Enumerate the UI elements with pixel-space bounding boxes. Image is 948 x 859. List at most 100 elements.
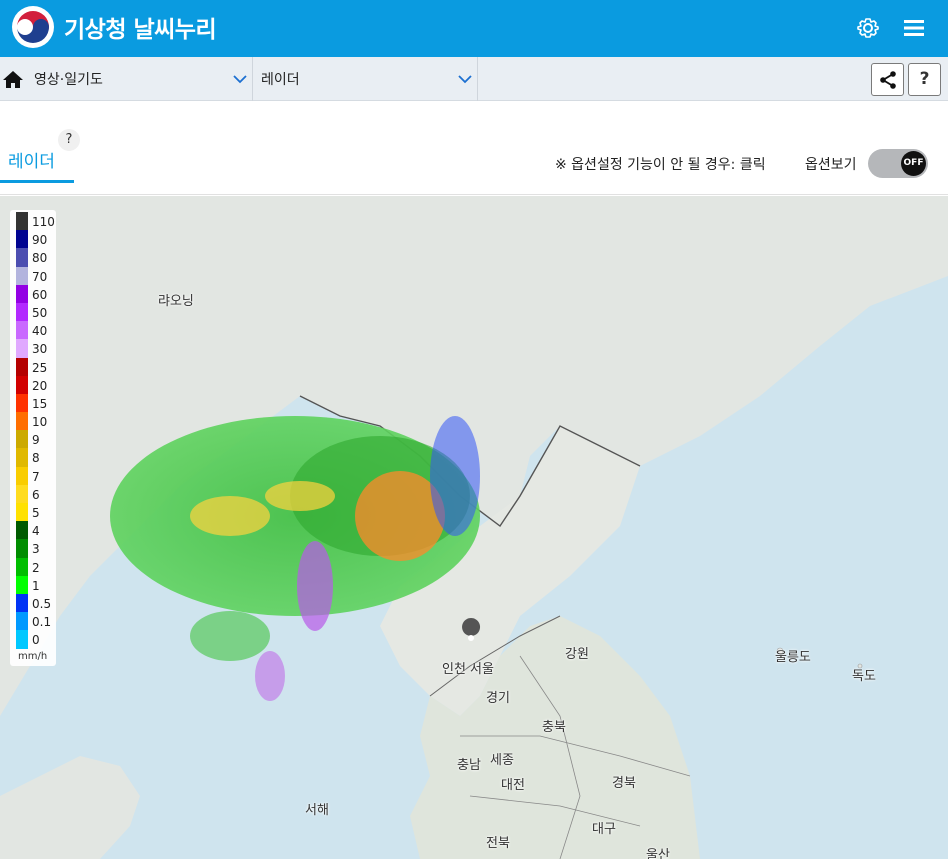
legend-value: 30: [32, 342, 48, 357]
legend-unit: mm/h: [18, 650, 48, 662]
legend-row: 110: [14, 212, 56, 231]
chevron-down-icon: [233, 75, 247, 84]
share-button[interactable]: [871, 63, 904, 96]
legend-row: 30: [14, 339, 56, 358]
legend-value: 25: [32, 360, 48, 375]
legend-row: 4: [14, 521, 56, 540]
legend-swatch: [16, 339, 28, 358]
app-root: 기상청 날씨누리 영상·일기도 레이더 ? 레이더 ? ※ 옵션설정 기능이 안…: [0, 0, 948, 859]
label-daejeon: 대전: [501, 778, 525, 793]
tab-radar-label: 레이더: [8, 152, 55, 172]
legend-swatch: [16, 539, 28, 558]
chevron-down-icon: [458, 75, 472, 84]
app-title[interactable]: 기상청 날씨누리: [64, 10, 217, 44]
legend-value: 4: [32, 524, 40, 539]
hamburger-menu-icon[interactable]: [900, 14, 928, 42]
legend-swatch: [16, 575, 28, 594]
label-ulsan: 울산: [646, 848, 670, 859]
legend-row: 60: [14, 284, 56, 303]
legend-swatch: [16, 503, 28, 522]
label-daegu: 대구: [592, 822, 616, 837]
legend-swatch: [16, 593, 28, 613]
legend-value: 80: [32, 251, 48, 266]
legend-swatch: [16, 302, 28, 322]
legend-value: 0.1: [32, 615, 52, 630]
legend-row: 0: [14, 630, 56, 649]
legend-value: 9: [32, 433, 40, 448]
legend-value: 1: [32, 578, 40, 593]
legend-value: 0.5: [32, 596, 52, 611]
legend-swatch: [16, 484, 28, 503]
label-chungnam: 충남: [457, 758, 481, 773]
legend-row: 10: [14, 412, 56, 431]
legend-row: 2: [14, 557, 56, 576]
legend-swatch: [16, 230, 28, 249]
top-bar: 기상청 날씨누리: [0, 0, 948, 57]
help-button-label: ?: [919, 69, 930, 89]
label-dokdo: 독도: [852, 669, 876, 684]
product-select-value: 레이더: [261, 72, 300, 88]
category-select[interactable]: 영상·일기도: [26, 57, 253, 101]
label-gyeonggi: 경기: [486, 691, 510, 706]
legend-value: 110: [32, 215, 55, 229]
legend-row: 0.5: [14, 593, 56, 613]
legend-row: 25: [14, 357, 56, 376]
option-fallback-link[interactable]: ※ 옵션설정 기능이 안 될 경우: 클릭: [555, 154, 766, 174]
legend-row: 50: [14, 302, 56, 322]
precipitation-legend: 110 90 80 70 60 50 40 30 25 20 15 10 9 8 7 6 5 4 3 2 1 0.5 0.1…: [10, 210, 56, 666]
legend-row: 70: [14, 266, 56, 285]
legend-swatch: [16, 630, 28, 649]
radar-help-icon[interactable]: ?: [58, 129, 80, 151]
legend-swatch: [16, 321, 28, 340]
kma-logo[interactable]: [12, 6, 54, 48]
option-view-toggle[interactable]: OFF: [868, 149, 928, 178]
legend-swatch: [16, 284, 28, 303]
legend-row: 20: [14, 375, 56, 394]
legend-value: 70: [32, 269, 48, 284]
label-west-sea: 서해: [305, 803, 329, 818]
legend-value: 5: [32, 506, 40, 520]
legend-row: 90: [14, 230, 56, 249]
legend-value: 40: [32, 324, 48, 339]
legend-swatch: [16, 521, 28, 540]
legend-value: 10: [32, 415, 48, 430]
legend-value: 6: [32, 487, 40, 502]
gear-icon[interactable]: [854, 14, 882, 42]
label-seoul: 서울: [470, 662, 494, 677]
legend-swatch: [16, 430, 28, 449]
legend-row: 3: [14, 539, 56, 558]
legend-row: 5: [14, 503, 56, 522]
legend-swatch: [16, 612, 28, 631]
legend-row: 15: [14, 393, 56, 413]
legend-row: 1: [14, 575, 56, 594]
legend-value: 2: [32, 560, 40, 575]
label-chungbuk: 충북: [542, 720, 566, 735]
legend-row: 6: [14, 484, 56, 503]
legend-swatch: [16, 412, 28, 431]
legend-swatch: [16, 212, 28, 231]
label-ulleungdo: 울릉도: [775, 650, 811, 665]
legend-value: 7: [32, 469, 40, 484]
legend-row: 9: [14, 430, 56, 449]
toggle-state: OFF: [901, 151, 926, 176]
category-select-value: 영상·일기도: [34, 72, 103, 88]
label-liaoning: 랴오닝: [158, 294, 194, 309]
legend-row: 40: [14, 321, 56, 340]
tab-bar: 레이더 ? ※ 옵션설정 기능이 안 될 경우: 클릭 옵션보기 OFF: [0, 101, 948, 195]
help-button[interactable]: ?: [908, 63, 941, 96]
label-incheon: 인천: [442, 662, 466, 677]
radar-map[interactable]: 랴오닝 인천 서울 경기 강원 충북 충남 세종 대전 경북 대구 전북 울산 …: [0, 196, 948, 859]
home-icon[interactable]: [0, 57, 26, 101]
navigation-bar: 영상·일기도 레이더 ?: [0, 57, 948, 101]
legend-swatch: [16, 248, 28, 267]
label-gyeongbuk: 경북: [612, 776, 636, 791]
legend-swatch: [16, 448, 28, 467]
legend-value: 60: [32, 287, 48, 302]
legend-value: 3: [32, 542, 40, 557]
legend-row: 7: [14, 466, 56, 485]
label-gangwon: 강원: [565, 647, 589, 662]
legend-value: 50: [32, 305, 48, 320]
legend-swatch: [16, 557, 28, 576]
product-select[interactable]: 레이더: [253, 57, 478, 101]
legend-row: 8: [14, 448, 56, 467]
